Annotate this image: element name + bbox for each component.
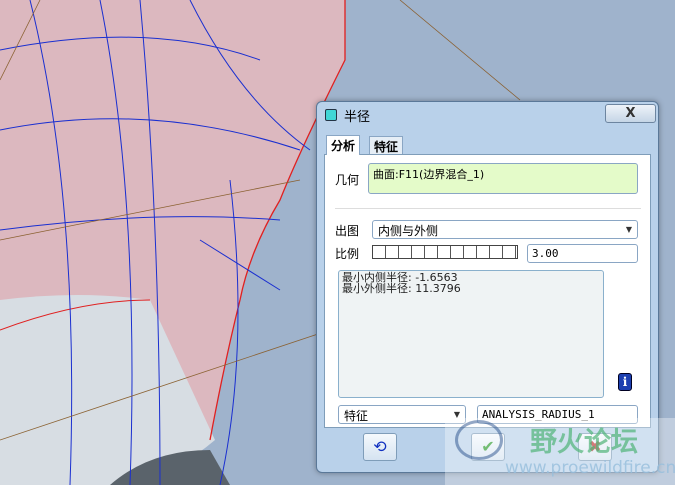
logo-ring bbox=[455, 420, 503, 460]
scale-label: 比例 bbox=[335, 247, 360, 261]
result-line: 最小外侧半径: 11.3796 bbox=[342, 282, 461, 295]
tab-feature[interactable]: 特征 bbox=[369, 136, 404, 155]
plot-dropdown[interactable]: 内侧与外侧 ▼ bbox=[372, 220, 638, 239]
refresh-icon: ⟲ bbox=[373, 437, 387, 456]
watermark-url: www.proewildfire.cn bbox=[505, 458, 675, 478]
title-bar[interactable]: 半径 X bbox=[317, 102, 658, 126]
scale-input[interactable]: 3.00 bbox=[527, 244, 638, 263]
watermark-title: 野火论坛 bbox=[530, 427, 638, 458]
watermark-logo: 野火论坛 www.proewildfire.cn bbox=[445, 418, 675, 485]
dialog-title: 半径 bbox=[344, 110, 371, 125]
info-icon[interactable]: i bbox=[618, 373, 632, 391]
app-icon bbox=[325, 109, 337, 121]
geometry-label: 几何 bbox=[335, 173, 360, 187]
plot-value: 内侧与外侧 bbox=[378, 224, 439, 238]
tab-analysis[interactable]: 分析 bbox=[326, 135, 361, 155]
chevron-down-icon: ▼ bbox=[625, 225, 632, 234]
repeat-button[interactable]: ⟲ bbox=[363, 433, 397, 461]
geometry-field[interactable]: 曲面:F11(边界混合_1) bbox=[368, 163, 638, 194]
close-button[interactable]: X bbox=[605, 104, 656, 123]
results-area: 最小内侧半径: -1.6563 最小外侧半径: 11.3796 bbox=[338, 270, 604, 398]
divider bbox=[335, 208, 641, 209]
scale-slider[interactable] bbox=[372, 245, 518, 259]
plot-label: 出图 bbox=[335, 224, 360, 238]
type-value: 特征 bbox=[344, 409, 369, 423]
analysis-panel: 几何 曲面:F11(边界混合_1) 出图 内侧与外侧 ▼ 比例 3.00 最小内侧… bbox=[324, 154, 651, 428]
